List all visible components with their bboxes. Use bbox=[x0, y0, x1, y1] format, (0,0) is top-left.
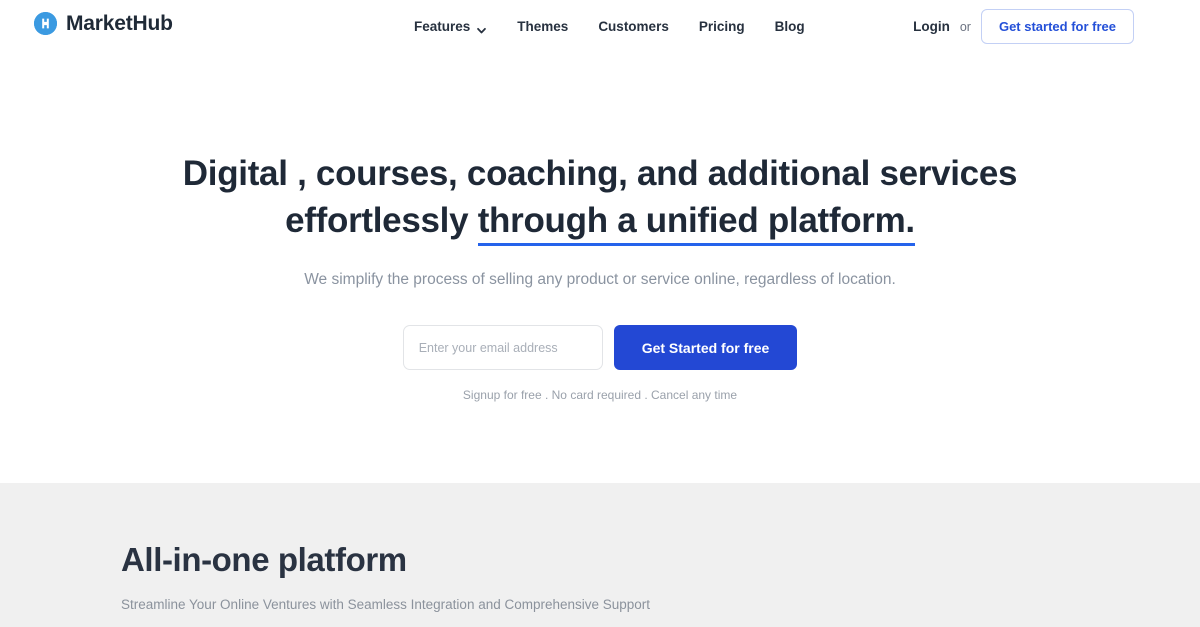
page-title: Digital , courses, coaching, and additio… bbox=[150, 150, 1050, 246]
hero-title-highlight: through a unified platform. bbox=[477, 201, 915, 246]
markethub-logo-icon bbox=[34, 12, 57, 35]
all-in-one-platform-section: All-in-one platform Streamline Your Onli… bbox=[0, 483, 1200, 627]
section-subtitle: Streamline Your Online Ventures with Sea… bbox=[121, 597, 651, 612]
signup-fineprint: Signup for free . No card required . Can… bbox=[462, 388, 738, 402]
chevron-down-icon bbox=[476, 23, 487, 34]
signup-form: Get Started for free bbox=[0, 325, 1200, 370]
nav-item-themes[interactable]: Themes bbox=[517, 18, 568, 36]
hero-subtitle: We simplify the process of selling any p… bbox=[304, 271, 896, 288]
nav-item-label: Features bbox=[414, 19, 471, 34]
or-separator: or bbox=[959, 19, 971, 34]
hero-title-line-1: Digital , courses, coaching, and additio… bbox=[182, 154, 1018, 193]
email-input[interactable] bbox=[402, 325, 603, 370]
brand-logo[interactable]: MarketHub bbox=[34, 12, 173, 35]
nav-item-label: Customers bbox=[598, 19, 669, 34]
header-get-started-button[interactable]: Get started for free bbox=[980, 9, 1134, 44]
nav-item-label: Pricing bbox=[698, 19, 745, 34]
landing-page: MarketHub Features Themes Customers Pric… bbox=[0, 0, 1200, 627]
header-actions: Login or Get started for free bbox=[913, 9, 1134, 44]
section-content: All-in-one platform Streamline Your Onli… bbox=[0, 483, 1200, 614]
site-header: MarketHub Features Themes Customers Pric… bbox=[0, 0, 1200, 54]
main-navigation: Features Themes Customers Pricing Blog bbox=[414, 18, 805, 36]
nav-item-pricing[interactable]: Pricing bbox=[699, 18, 745, 36]
brand-name: MarketHub bbox=[66, 12, 173, 35]
nav-item-customers[interactable]: Customers bbox=[598, 18, 669, 36]
get-started-button[interactable]: Get Started for free bbox=[613, 325, 798, 370]
hero-title-line-2-plain: effortlessly bbox=[285, 201, 478, 240]
nav-item-label: Blog bbox=[774, 19, 805, 34]
nav-item-blog[interactable]: Blog bbox=[775, 18, 805, 36]
hero-section: Digital , courses, coaching, and additio… bbox=[0, 54, 1200, 483]
nav-item-label: Themes bbox=[517, 19, 569, 34]
login-link[interactable]: Login bbox=[913, 18, 950, 36]
nav-item-features[interactable]: Features bbox=[414, 18, 487, 36]
section-title: All-in-one platform bbox=[121, 541, 407, 578]
